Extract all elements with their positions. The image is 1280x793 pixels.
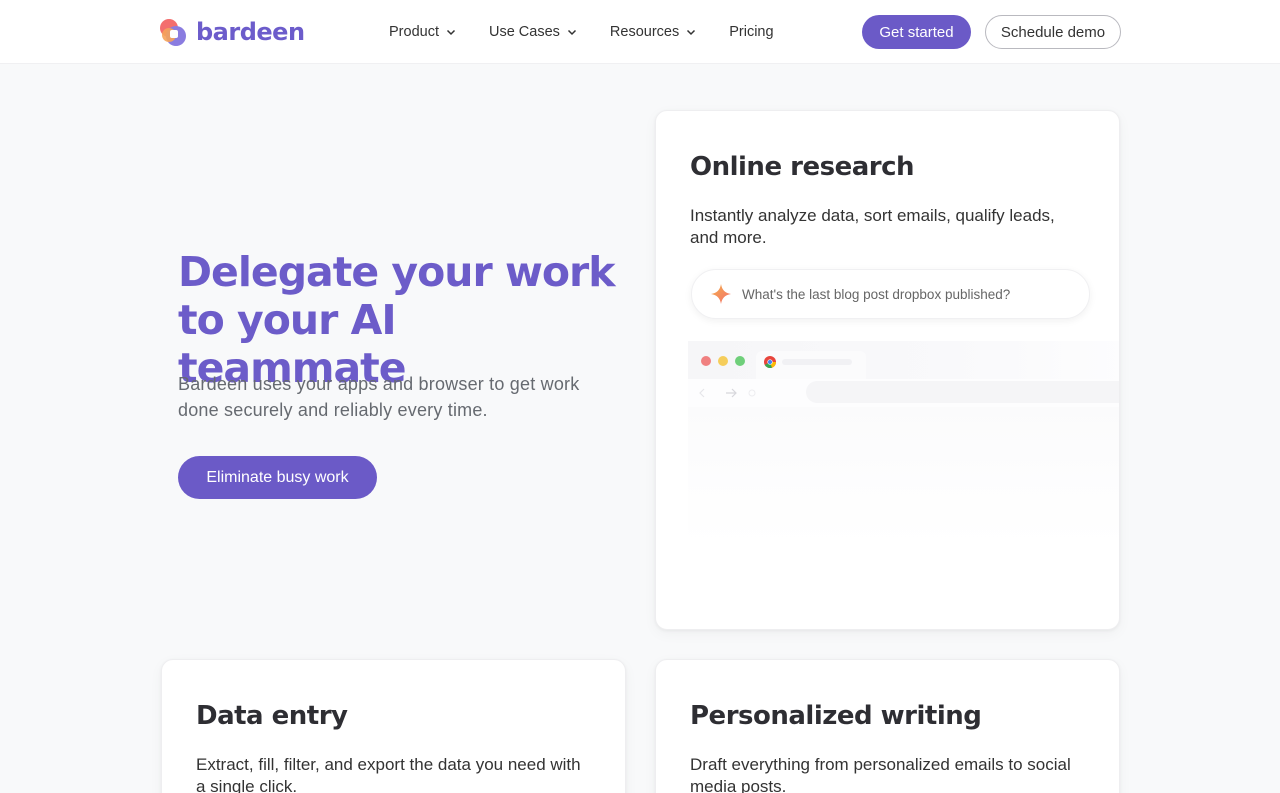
main-nav: Product Use Cases Resources Pricing	[389, 20, 774, 44]
card-description: Draft everything from personalized email…	[690, 755, 1071, 793]
prompt-input[interactable]: What's the last blog post dropbox publis…	[691, 269, 1090, 319]
address-bar	[806, 381, 1119, 403]
nav-use-cases[interactable]: Use Cases	[489, 20, 578, 44]
bardeen-logo-icon	[160, 18, 186, 46]
browser-preview	[688, 341, 1119, 547]
card-title: Online research	[690, 152, 915, 182]
nav-use-cases-label: Use Cases	[488, 24, 560, 40]
nav-resources-label: Resources	[609, 24, 680, 40]
minimize-window-dot	[718, 356, 728, 366]
chrome-icon	[764, 356, 776, 368]
card-description: Instantly analyze data, sort emails, qua…	[690, 206, 1055, 247]
card-title: Data entry	[196, 701, 348, 731]
logo-text: bardeen	[196, 18, 305, 46]
logo[interactable]: bardeen	[159, 17, 305, 47]
close-window-dot	[701, 356, 711, 366]
prompt-text: What's the last blog post dropbox publis…	[742, 286, 1011, 302]
browser-tab	[756, 351, 866, 379]
chevron-down-icon	[687, 29, 696, 36]
browser-tabbar	[688, 341, 1119, 379]
card-online-research: Online research Instantly analyze data, …	[655, 110, 1120, 630]
chevron-down-icon	[446, 29, 456, 36]
browser-body	[688, 407, 1119, 547]
nav-arrows-icon	[699, 388, 756, 398]
nav-pricing-label: Pricing	[729, 24, 774, 40]
nav-pricing[interactable]: Pricing	[729, 20, 773, 44]
get-started-button[interactable]: Get started	[862, 15, 971, 49]
card-title: Personalized writing	[690, 701, 982, 731]
site-header: bardeen Product Use Cases Resources Pric…	[0, 0, 1280, 64]
nav-resources[interactable]: Resources	[610, 20, 697, 44]
maximize-window-dot	[735, 356, 745, 366]
eliminate-busy-work-button[interactable]: Eliminate busy work	[178, 456, 377, 499]
nav-product-label: Product	[389, 24, 439, 40]
card-data-entry: Data entry Extract, fill, filter, and ex…	[161, 659, 626, 793]
card-description: Extract, fill, filter, and export the da…	[196, 755, 581, 793]
browser-toolbar	[688, 379, 1119, 407]
tab-title-placeholder	[782, 359, 852, 365]
card-personalized-writing: Personalized writing Draft everything fr…	[655, 659, 1120, 793]
schedule-demo-button[interactable]: Schedule demo	[985, 15, 1121, 49]
chevron-down-icon	[567, 29, 576, 36]
nav-product[interactable]: Product	[389, 20, 457, 44]
hero-subtitle: Bardeen uses your apps and browser to ge…	[178, 374, 580, 420]
sparkle-icon	[711, 284, 731, 304]
